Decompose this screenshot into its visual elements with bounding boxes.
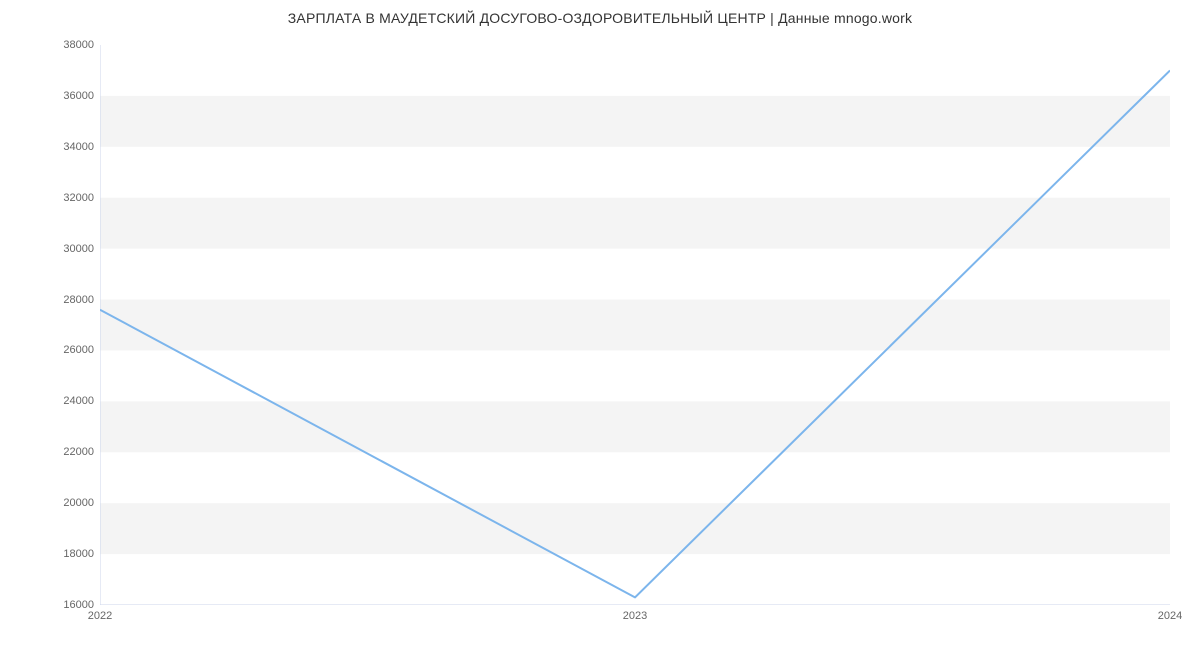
y-tick-label: 20000 <box>34 497 94 509</box>
y-tick-label: 30000 <box>34 243 94 255</box>
y-tick-label: 22000 <box>34 446 94 458</box>
y-tick-label: 28000 <box>34 294 94 306</box>
y-tick-label: 26000 <box>34 344 94 356</box>
chart-container: ЗАРПЛАТА В МАУДЕТСКИЙ ДОСУГОВО-ОЗДОРОВИТ… <box>0 0 1200 650</box>
plot-svg <box>100 45 1170 605</box>
y-tick-label: 16000 <box>34 599 94 611</box>
x-tick-label: 2022 <box>88 610 112 622</box>
x-tick-label: 2023 <box>623 610 647 622</box>
y-tick-label: 36000 <box>34 90 94 102</box>
chart-title: ЗАРПЛАТА В МАУДЕТСКИЙ ДОСУГОВО-ОЗДОРОВИТ… <box>0 10 1200 26</box>
x-tick-label: 2024 <box>1158 610 1182 622</box>
y-tick-label: 24000 <box>34 395 94 407</box>
y-tick-label: 34000 <box>34 141 94 153</box>
y-tick-label: 18000 <box>34 548 94 560</box>
y-tick-label: 32000 <box>34 192 94 204</box>
y-tick-label: 38000 <box>34 39 94 51</box>
plot-area <box>100 45 1170 605</box>
